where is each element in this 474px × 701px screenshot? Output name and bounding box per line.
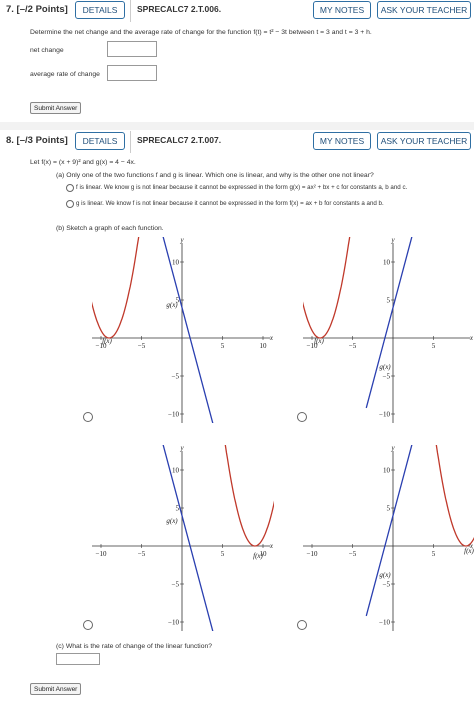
g-label: g(x) [166,301,178,309]
option-1-text: f is linear. We know g is not linear bec… [76,184,408,191]
graph-option-4: xy−10 −5 5105−5−10f(x)g(x) [303,444,474,631]
divider [130,0,131,22]
graph-option-3: xy−10 −5 5 10105−5−10f(x)g(x) [92,444,274,631]
f-label: f(x) [314,337,324,345]
question-number: 8. [–/3 Points] [6,135,68,146]
details-button[interactable]: DETAILS [75,1,125,19]
submit-answer-button[interactable]: Submit Answer [30,683,82,695]
q7-prompt: Determine the net change and the average… [30,29,372,36]
f-label: f(x) [253,552,263,560]
y-tick-label: 10 [172,259,180,267]
g-label: g(x) [379,571,391,579]
y-axis-label: y [390,236,395,244]
x-tick-label: 5 [432,342,436,350]
y-tick-label: 10 [383,259,391,267]
question-code: SPRECALC7 2.T.007. [137,135,222,145]
g-label: g(x) [166,517,178,525]
f-label: f(x) [464,547,474,555]
question-number: 7. [–/2 Points] [6,4,68,15]
f-curve [303,237,351,339]
avg-rate-label: average rate of change [30,71,100,78]
y-tick-label: −5 [172,581,180,589]
x-tick-label: −10 [96,550,107,558]
f-curve [224,445,274,547]
graph-option-2: xy−10 −5 5105−5−10f(x)g(x) [303,236,474,423]
rate-of-change-input[interactable] [56,653,100,665]
question-code: SPRECALC7 2.T.006. [137,4,222,14]
y-tick-label: 5 [387,505,391,513]
y-tick-label: −5 [383,581,391,589]
option-1-radio[interactable] [66,184,74,192]
divider [130,131,131,153]
part-c: (c) What is the rate of change of the li… [56,643,213,650]
x-tick-label: −5 [138,342,146,350]
g-line [162,237,214,423]
avg-rate-input[interactable] [107,65,157,81]
q7-header: 7. [–/2 Points] DETAILS SPRECALC7 2.T.00… [0,0,474,22]
y-tick-label: 10 [383,467,391,475]
x-tick-label: 5 [221,342,225,350]
x-tick-label: −5 [138,550,146,558]
y-tick-label: −10 [168,411,179,419]
y-tick-label: −5 [172,373,180,381]
details-button[interactable]: DETAILS [75,132,125,150]
x-tick-label: 10 [260,342,268,350]
g-line [162,445,214,631]
y-axis-label: y [390,444,395,452]
y-axis-label: y [179,444,184,452]
y-tick-label: 10 [172,467,180,475]
my-notes-button[interactable]: MY NOTES [313,132,371,150]
net-change-label: net change [30,47,64,54]
y-tick-label: −10 [168,619,179,627]
q8-header: 8. [–/3 Points] DETAILS SPRECALC7 2.T.00… [0,131,474,153]
x-tick-label: −5 [349,342,357,350]
submit-answer-button[interactable]: Submit Answer [30,102,82,114]
let-statement: Let f(x) = (x + 9)² and g(x) = 4 − 4x. [30,159,136,166]
part-a: (a) Only one of the two functions f and … [56,172,374,179]
f-label: f(x) [102,337,112,345]
option-2-radio[interactable] [66,200,74,208]
x-tick-label: 5 [221,550,225,558]
y-axis-label: y [179,236,184,244]
x-tick-label: −10 [307,550,318,558]
y-tick-label: −5 [383,373,391,381]
ask-teacher-button[interactable]: ASK YOUR TEACHER [377,132,471,150]
y-tick-label: −10 [379,411,390,419]
x-tick-label: −5 [349,550,357,558]
gap [0,122,474,130]
part-b: (b) Sketch a graph of each function. [56,225,164,232]
x-axis-label: x [269,542,274,550]
y-tick-label: 5 [387,297,391,305]
g-line [365,237,413,409]
x-tick-label: 5 [432,550,436,558]
net-change-input[interactable] [107,41,157,57]
x-axis-label: x [269,334,274,342]
graph-option-1: xy−10 −5 5 10105−5−10f(x)g(x) [92,236,274,423]
my-notes-button[interactable]: MY NOTES [313,1,371,19]
g-label: g(x) [379,363,391,371]
q7-body: Determine the net change and the average… [22,22,474,122]
f-curve [92,237,140,339]
x-axis-label: x [469,334,474,342]
ask-teacher-button[interactable]: ASK YOUR TEACHER [377,1,471,19]
y-tick-label: −10 [379,619,390,627]
f-curve [435,445,474,547]
option-2-text: g is linear. We know f is not linear bec… [76,200,384,207]
g-line [365,445,413,617]
